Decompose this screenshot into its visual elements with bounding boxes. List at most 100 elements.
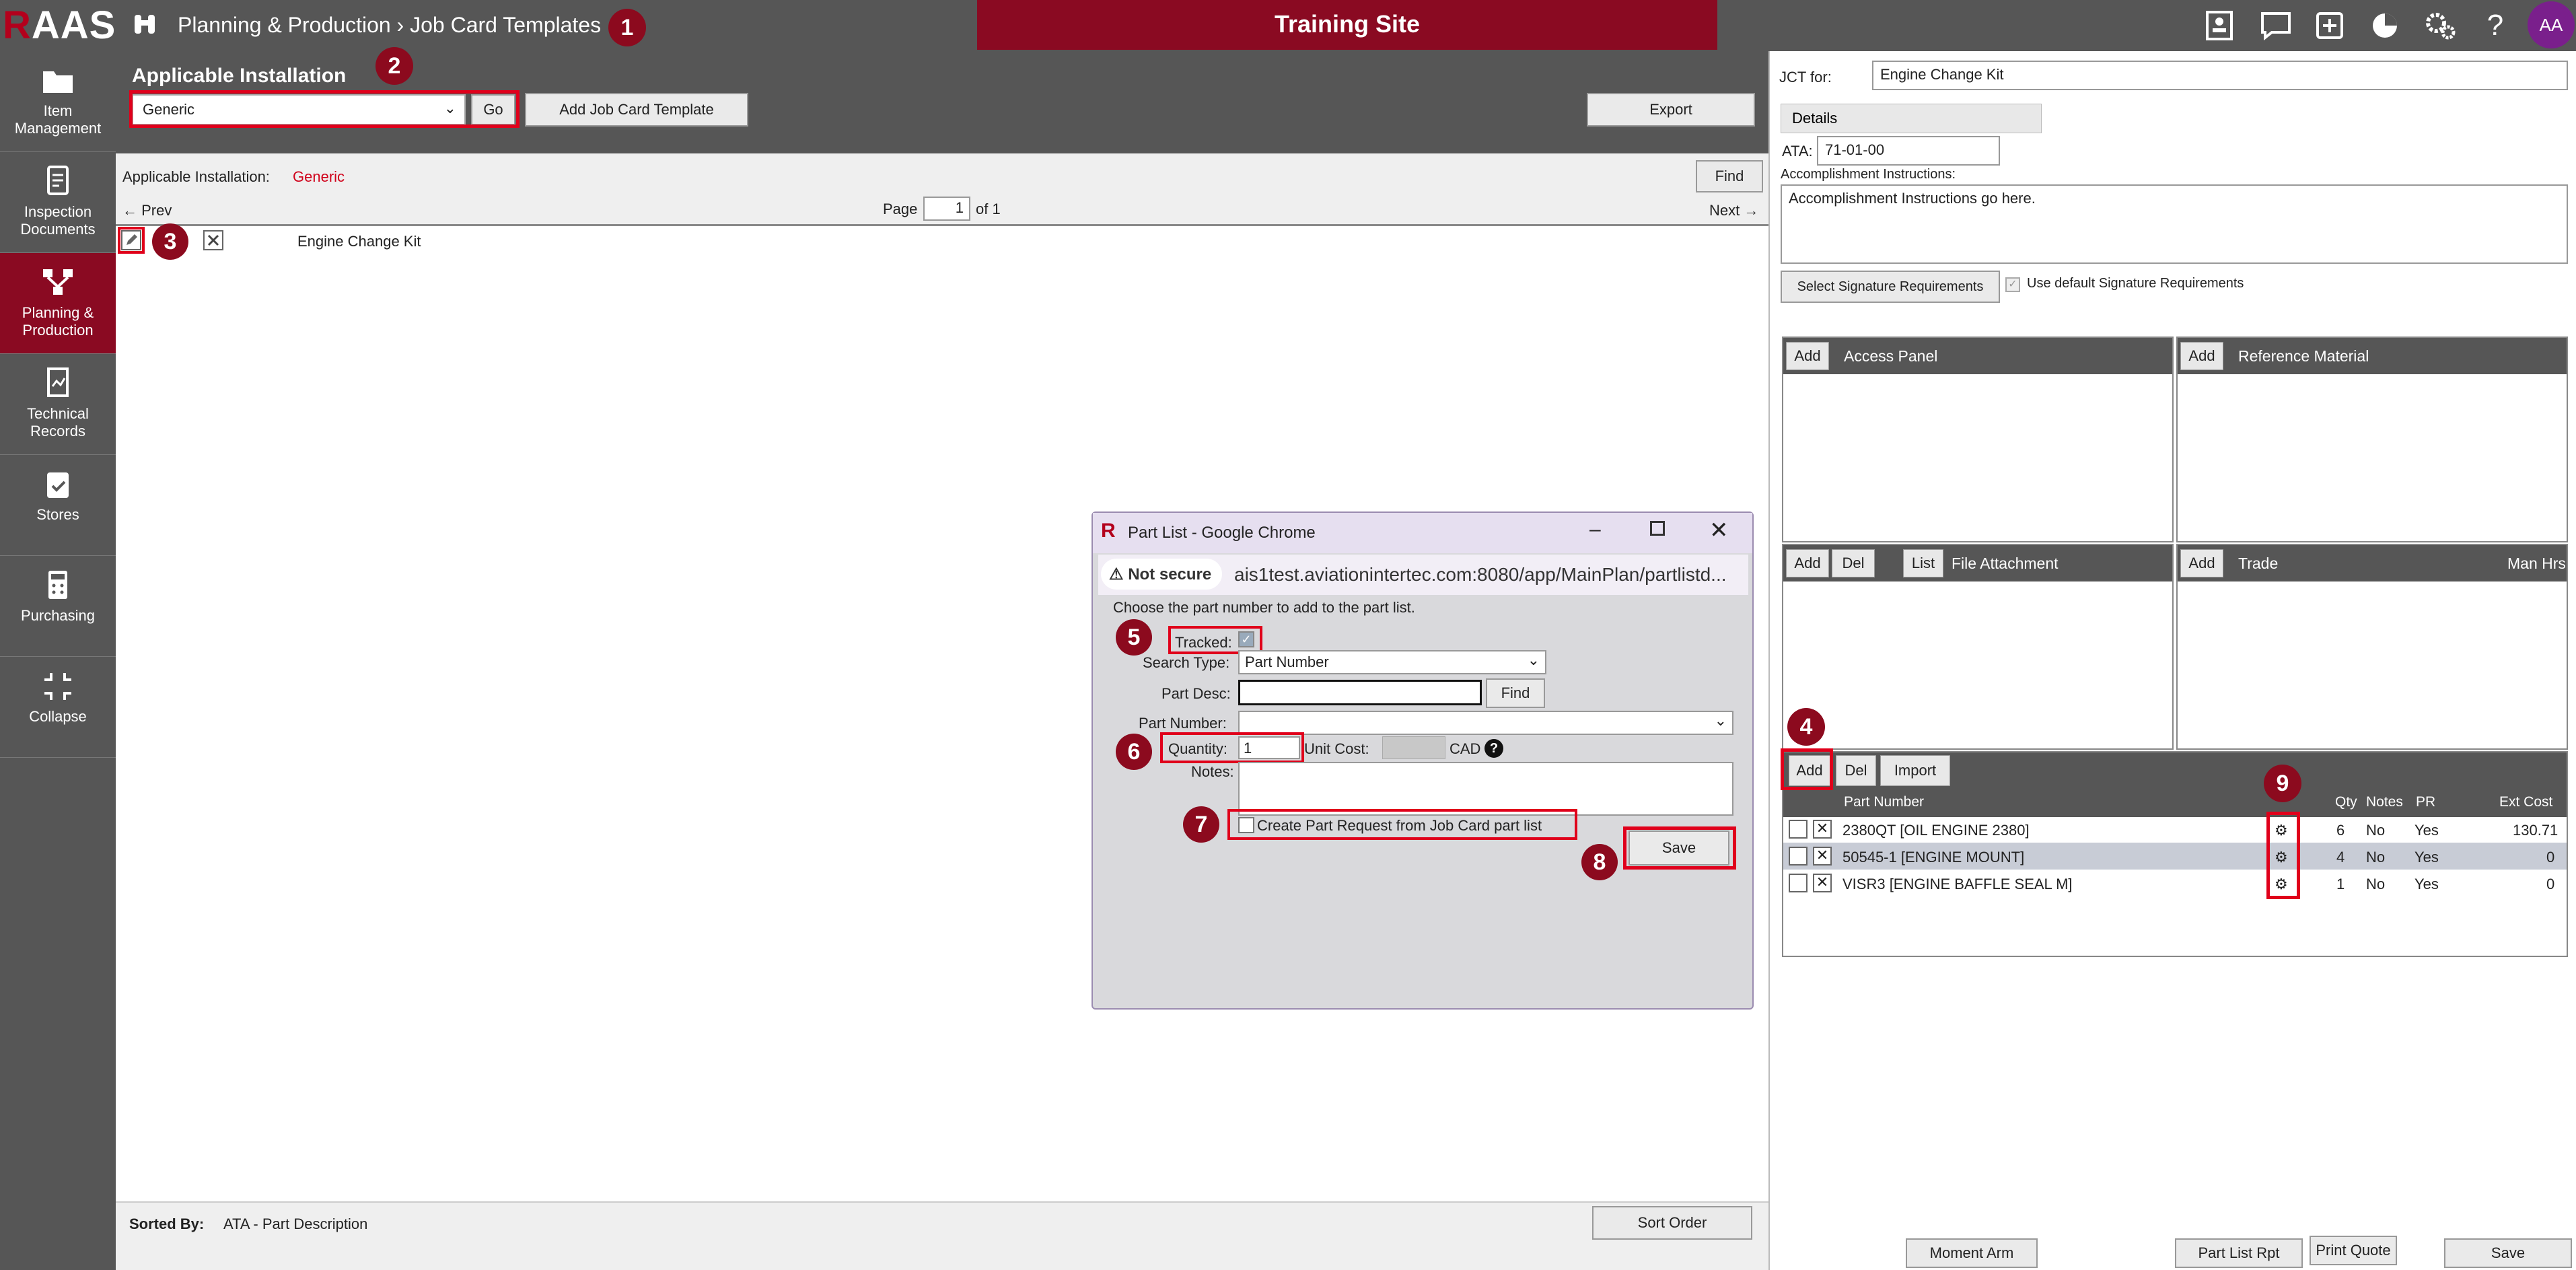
notes-textarea[interactable] [1238,762,1733,816]
part-number: 50545-1 [ENGINE MOUNT] [1842,849,2025,866]
highlight-box-8 [1623,826,1736,870]
raas-logo[interactable]: RAAS [3,3,116,48]
delete-x-icon[interactable]: ✕ [1813,874,1832,892]
marker-4: 4 [1787,708,1825,746]
select-signature-requirements-button[interactable]: Select Signature Requirements [1781,271,2000,303]
chat-icon[interactable] [2257,7,2295,44]
page-of-label: of 1 [976,201,1001,217]
access-panel-add-button[interactable]: Add [1786,342,1829,370]
table-row[interactable]: ✕ VISR3 [ENGINE BAFFLE SEAL M] ⚙ 1 No Ye… [1783,870,2567,896]
add-job-card-template-button[interactable]: Add Job Card Template [525,93,748,127]
highlight-box-6 [1160,732,1304,763]
marker-1: 1 [608,9,646,46]
find-button[interactable]: Find [1696,160,1763,192]
pie-chart-icon[interactable] [2366,7,2404,44]
moment-arm-button[interactable]: Moment Arm [1906,1238,2038,1268]
edit-pencil-icon[interactable] [1789,874,1808,892]
records-icon [47,367,69,397]
notes: No [2366,822,2386,839]
print-quote-button[interactable]: Print Quote [2310,1236,2397,1265]
part-list-rpt-button[interactable]: Part List Rpt [2175,1238,2303,1268]
next-link[interactable]: Next → [1709,202,1758,219]
col-ext-cost: Ext Cost [2499,794,2553,810]
not-secure-badge[interactable]: ⚠ Not secure [1101,559,1222,590]
sorted-by-label: Sorted By: [129,1215,205,1232]
sidebar-item-item-management[interactable]: Item Management [0,51,116,152]
part-number: 2380QT [OIL ENGINE 2380] [1842,822,2030,839]
file-attachment-del-button[interactable]: Del [1832,549,1875,577]
table-row[interactable]: ✕ 50545-1 [ENGINE MOUNT] ⚙ 4 No Yes 0 [1783,843,2567,870]
tab-details[interactable]: Details [1781,104,2042,133]
access-panel-section: Add Access Panel [1782,337,2174,542]
breadcrumb: Planning & Production › Job Card Templat… [178,13,602,37]
help-icon[interactable]: ? [1484,739,1503,758]
delete-x-icon[interactable]: ✕ [1813,847,1832,866]
notes-label: Notes: [1191,763,1234,780]
search-type-label: Search Type: [1143,654,1230,671]
applicable-installation-title: Applicable Installation [132,65,347,87]
col-part-number: Part Number [1844,794,1925,810]
maximize-icon[interactable] [1650,521,1665,536]
unit-cost-input[interactable] [1382,736,1445,759]
file-attachment-list-button[interactable]: List [1903,549,1943,577]
sidebar-item-inspection-documents[interactable]: Inspection Documents [0,152,116,253]
applicable-installation-label: Applicable Installation: [122,168,270,185]
pr: Yes [2414,876,2439,892]
contact-card-icon[interactable] [2201,7,2238,44]
delete-x-icon[interactable]: ✕ [1813,820,1832,839]
delete-x-icon[interactable] [203,230,223,250]
sidebar-item-stores[interactable]: Stores [0,455,116,556]
parts-del-button[interactable]: Del [1836,755,1876,786]
table-row[interactable]: ✕ 2380QT [OIL ENGINE 2380] ⚙ 6 No Yes 13… [1783,816,2567,843]
minimize-icon[interactable]: – [1589,518,1601,541]
page-number-input[interactable]: 1 [923,197,970,221]
chevron-down-icon: ⌄ [1527,651,1540,668]
add-box-icon[interactable] [2311,7,2349,44]
edit-pencil-icon[interactable] [1789,847,1808,866]
edit-pencil-icon[interactable] [1789,820,1808,839]
marker-7: 7 [1183,806,1219,843]
qty: 1 [2336,876,2345,892]
part-desc-input[interactable] [1238,680,1482,705]
use-default-signature-label: Use default Signature Requirements [2027,276,2244,291]
jct-for-input[interactable]: Engine Change Kit [1872,61,2568,90]
popup-window-title: Part List - Google Chrome [1128,524,1316,542]
export-button[interactable]: Export [1587,93,1755,127]
user-avatar[interactable]: AA [2528,1,2575,48]
settings-gears-icon[interactable] [2421,7,2459,44]
reference-material-title: Reference Material [2238,347,2369,365]
ata-input[interactable]: 71-01-00 [1817,136,2000,166]
currency-label: CAD [1450,740,1481,757]
save-button[interactable]: Save [2444,1238,2572,1268]
sidebar-item-technical-records[interactable]: Technical Records [0,354,116,455]
ata-label: ATA: [1782,143,1813,160]
sort-order-button[interactable]: Sort Order [1592,1206,1752,1240]
sidebar-item-collapse[interactable]: Collapse [0,657,116,758]
ext-cost: 130.71 [2513,822,2559,839]
popup-url[interactable]: ais1test.aviationintertec.com:8080/app/M… [1234,564,1727,586]
popup-title-bar: R Part List - Google Chrome – ✕ [1093,513,1752,553]
workflow-icon [43,269,73,295]
reference-material-add-button[interactable]: Add [2180,342,2223,370]
trade-add-button[interactable]: Add [2180,549,2223,577]
sidebar-item-planning-production[interactable]: Planning & Production [0,253,116,354]
help-icon[interactable]: ? [2476,7,2514,44]
popup-find-button[interactable]: Find [1486,678,1545,708]
trade-section: Add Trade Man Hrs [2176,544,2568,750]
sidebar-item-purchasing[interactable]: Purchasing [0,556,116,657]
raas-r-icon: R [1101,520,1116,542]
marker-6: 6 [1116,734,1152,770]
parts-import-button[interactable]: Import [1880,755,1950,786]
accomplishment-textarea[interactable]: Accomplishment Instructions go here. [1781,184,2568,264]
template-name[interactable]: Engine Change Kit [297,233,421,250]
file-attachment-add-button[interactable]: Add [1786,549,1829,577]
folder-icon [43,71,73,93]
warning-icon: ⚠ [1109,565,1129,584]
prev-link[interactable]: ← Prev [122,202,172,219]
part-number-select[interactable]: ⌄ [1238,711,1733,735]
search-type-select[interactable]: Part Number ⌄ [1238,650,1546,674]
trade-title: Trade [2238,555,2279,572]
sorted-by-value: ATA - Part Description [223,1215,368,1232]
use-default-signature-checkbox[interactable]: ✓ [2005,277,2020,292]
close-icon[interactable]: ✕ [1709,517,1729,544]
